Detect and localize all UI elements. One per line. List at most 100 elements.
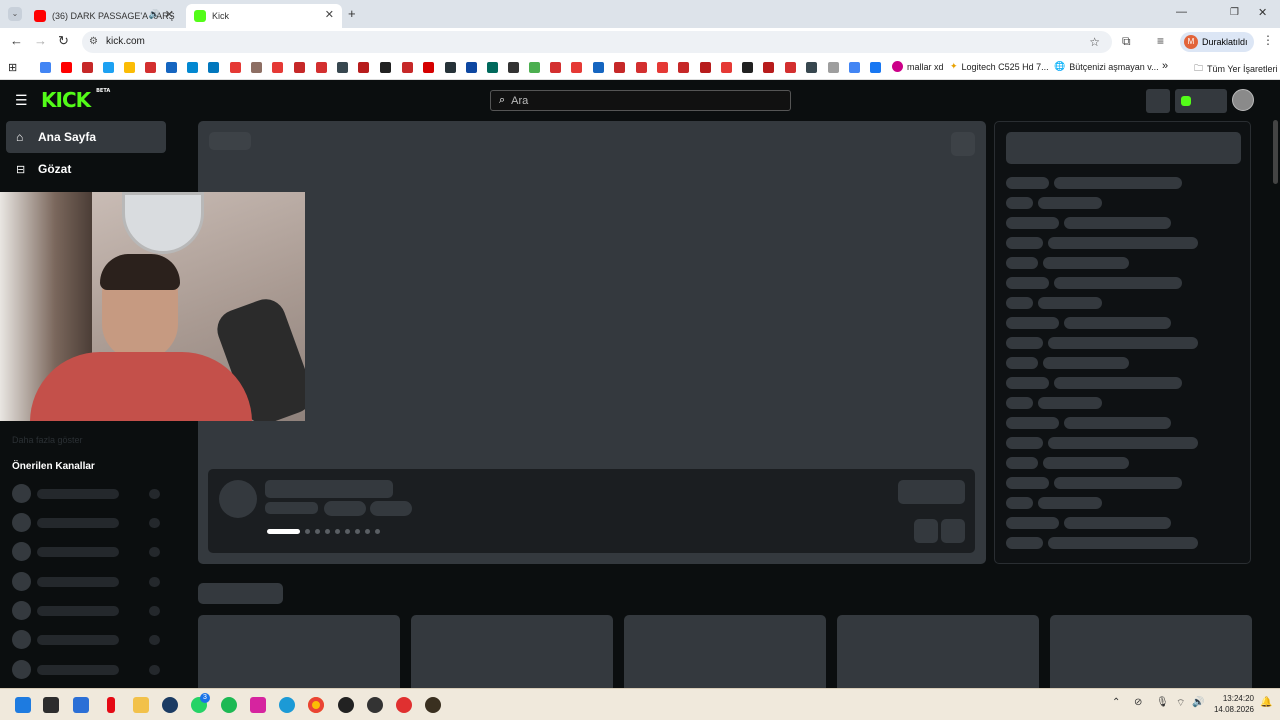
- bookmark-icon[interactable]: [508, 62, 519, 73]
- channel-placeholder[interactable]: [12, 572, 162, 592]
- channel-placeholder[interactable]: [12, 484, 162, 504]
- channel-placeholder[interactable]: [12, 601, 162, 621]
- stream-thumbnail-placeholder[interactable]: [624, 615, 826, 688]
- bookmark-icon[interactable]: [187, 62, 198, 73]
- site-info-icon[interactable]: ⚙: [89, 31, 98, 53]
- file-explorer-icon[interactable]: [133, 697, 149, 713]
- carousel-dot[interactable]: [375, 528, 380, 534]
- edge-icon[interactable]: [279, 697, 295, 713]
- game-icon[interactable]: [425, 697, 441, 713]
- bookmark-icon[interactable]: [828, 62, 839, 73]
- bookmark-icon[interactable]: [208, 62, 219, 73]
- kick-logo[interactable]: KICK BETA: [41, 88, 110, 112]
- bookmark-icon[interactable]: [166, 62, 177, 73]
- wifi-icon[interactable]: ⌔: [1176, 697, 1185, 710]
- channel-placeholder[interactable]: [12, 542, 162, 562]
- extensions-icon[interactable]: ⧉: [1122, 34, 1131, 49]
- network-icon[interactable]: ⊘: [1134, 697, 1142, 708]
- bookmark-butce[interactable]: 🌐 Bütçenizi aşmayan v...: [1054, 61, 1159, 72]
- bookmark-icon[interactable]: [806, 62, 817, 73]
- volume-icon[interactable]: 🔊: [1192, 697, 1204, 708]
- bookmark-icon[interactable]: [316, 62, 327, 73]
- bookmark-icon[interactable]: [82, 62, 93, 73]
- stream-thumbnail-placeholder[interactable]: [1050, 615, 1252, 688]
- forward-icon[interactable]: →: [34, 33, 47, 48]
- bookmark-icon[interactable]: [721, 62, 732, 73]
- bookmark-icon[interactable]: [230, 62, 241, 73]
- bookmark-icon[interactable]: [103, 62, 114, 73]
- reload-icon[interactable]: ↻: [58, 33, 69, 49]
- chrome-icon[interactable]: [308, 697, 324, 713]
- back-icon[interactable]: ←: [10, 33, 23, 48]
- stream-thumbnail-placeholder[interactable]: [411, 615, 613, 688]
- carousel-dot[interactable]: [335, 528, 340, 534]
- all-bookmarks[interactable]: 🗀 Tüm Yer İşaretleri: [1194, 61, 1278, 77]
- channel-placeholder[interactable]: [12, 513, 162, 533]
- notification-icon[interactable]: 🔔: [1260, 697, 1272, 708]
- google-icon[interactable]: [849, 62, 860, 73]
- menu-icon[interactable]: ⋮: [1262, 33, 1274, 47]
- clock[interactable]: 13:24:20 14.08.2026: [1210, 693, 1254, 715]
- carousel-dot[interactable]: [315, 528, 320, 534]
- tab-search-icon[interactable]: ⌄: [8, 7, 22, 21]
- featured-stream-placeholder[interactable]: [198, 121, 986, 564]
- close-tab-icon[interactable]: ✕: [165, 8, 174, 21]
- bookmark-logitech[interactable]: ✦ Logitech C525 Hd 7...: [950, 61, 1049, 72]
- sidebar-item-browse[interactable]: ⊟ Gözat: [6, 153, 166, 185]
- bookmark-icon[interactable]: [700, 62, 711, 73]
- restore-icon[interactable]: ❐: [1230, 7, 1239, 18]
- bookmark-icon[interactable]: [550, 62, 561, 73]
- windows-start-icon[interactable]: [15, 697, 31, 713]
- sidebar-item-home[interactable]: ⌂ Ana Sayfa: [6, 121, 166, 153]
- apps-icon[interactable]: ⊞: [8, 61, 17, 74]
- spotify-icon[interactable]: [221, 697, 237, 713]
- bookmark-icon[interactable]: [337, 62, 348, 73]
- bookmark-icon[interactable]: [529, 62, 540, 73]
- next-button-placeholder[interactable]: [941, 519, 965, 543]
- bookmark-icon[interactable]: [124, 62, 135, 73]
- carousel-dot[interactable]: [325, 528, 330, 534]
- bookmark-icon[interactable]: [445, 62, 456, 73]
- minimize-icon[interactable]: —: [1176, 6, 1187, 18]
- bookmark-icon[interactable]: [294, 62, 305, 73]
- desktop-icon[interactable]: [43, 697, 59, 713]
- bookmark-icon[interactable]: [763, 62, 774, 73]
- carousel-dot[interactable]: [305, 528, 310, 534]
- bookmark-icon[interactable]: [636, 62, 647, 73]
- steam-icon[interactable]: [162, 697, 178, 713]
- user-avatar[interactable]: [1232, 89, 1254, 111]
- bookmark-icon[interactable]: [742, 62, 753, 73]
- netflix-icon[interactable]: [107, 697, 115, 713]
- bookmark-mallar[interactable]: mallar xd: [892, 61, 944, 72]
- mute-button-placeholder[interactable]: [951, 132, 975, 156]
- bookmark-icon[interactable]: [251, 62, 262, 73]
- carousel-dot[interactable]: [365, 528, 370, 534]
- facebook-icon[interactable]: [870, 62, 881, 73]
- bookmark-star-icon[interactable]: ☆: [1089, 31, 1100, 53]
- header-button-placeholder[interactable]: [1175, 89, 1227, 113]
- carousel-dot-active[interactable]: [267, 528, 300, 534]
- bookmark-icon[interactable]: [380, 62, 391, 73]
- bookmark-icon[interactable]: [571, 62, 582, 73]
- stream-info-card[interactable]: [208, 469, 975, 553]
- store-icon[interactable]: [73, 697, 89, 713]
- youtube-icon[interactable]: [61, 62, 72, 73]
- bookmark-icon[interactable]: [657, 62, 668, 73]
- profile-button[interactable]: M Duraklatıldı: [1180, 32, 1254, 52]
- prev-button-placeholder[interactable]: [914, 519, 938, 543]
- tab-youtube[interactable]: (36) DARK PASSAGE'A KARŞ 🔊 ✕: [26, 4, 182, 28]
- carousel-dot[interactable]: [355, 528, 360, 534]
- close-window-icon[interactable]: ✕: [1258, 6, 1267, 19]
- app-icon[interactable]: [367, 697, 383, 713]
- channel-placeholder[interactable]: [12, 630, 162, 650]
- stream-thumbnail-placeholder[interactable]: [837, 615, 1039, 688]
- microphone-icon[interactable]: 🎙: [1156, 697, 1169, 708]
- carousel-dot[interactable]: [345, 528, 350, 534]
- bookmark-icon[interactable]: [678, 62, 689, 73]
- bookmark-icon[interactable]: [358, 62, 369, 73]
- new-tab-icon[interactable]: +: [348, 6, 356, 21]
- google-icon[interactable]: [40, 62, 51, 73]
- app-icon[interactable]: [396, 697, 412, 713]
- tab-kick[interactable]: Kick ✕: [186, 4, 342, 28]
- bookmark-icon[interactable]: [145, 62, 156, 73]
